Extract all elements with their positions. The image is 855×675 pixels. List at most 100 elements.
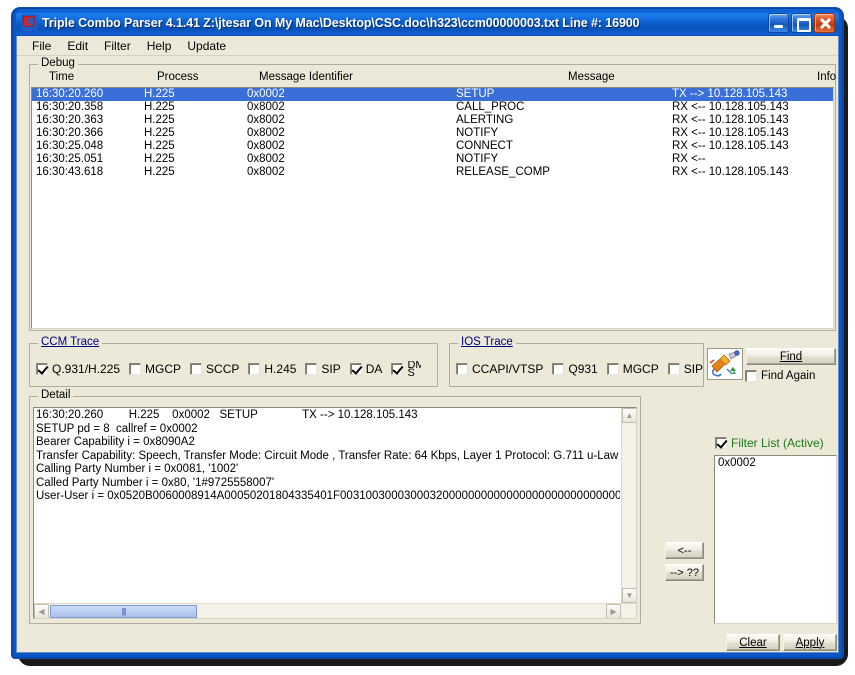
menu-item-filter[interactable]: Filter (96, 38, 139, 54)
move-left-button[interactable]: <-- (665, 542, 704, 559)
cell-message: RELEASE_COMP (456, 166, 550, 178)
column-header-time: Time (49, 71, 75, 83)
ios-checkbox-sip[interactable]: SIP (667, 362, 704, 376)
checkbox-label: SIP (321, 362, 341, 376)
checkbox-label: MGCP (145, 362, 182, 376)
ccm-checkbox-q-931-h-225[interactable]: Q.931/H.225 (36, 362, 120, 376)
detail-vertical-scrollbar[interactable]: ▲ ▼ (621, 408, 636, 618)
cell-time: 16:30:20.358 (36, 101, 104, 113)
scroll-right-icon[interactable]: ▶ (606, 604, 621, 618)
caption-buttons (768, 12, 837, 33)
maximize-button[interactable] (791, 12, 812, 33)
ccm-trace-checkbox-row: Q.931/H.225 MGCP SCCP H.245 SIP DA DM S (36, 359, 433, 379)
table-row[interactable]: 16:30:20.358 H.225 0x8002 CALL_PROC RX <-- 1… (32, 101, 833, 114)
close-button[interactable] (814, 12, 835, 33)
find-again-checkbox[interactable]: Find Again (745, 370, 815, 382)
checkbox-box[interactable] (606, 363, 619, 375)
table-row[interactable]: 16:30:20.260 H.225 0x0002 SETUP TX --> 10.12… (32, 88, 833, 101)
scroll-down-icon[interactable]: ▼ (622, 588, 636, 603)
ios-trace-checkbox-row: CCAPI/VTSP Q931 MGCP SIP (456, 359, 703, 379)
debug-message-list[interactable]: 16:30:20.260 H.225 0x0002 SETUP TX --> 10.12… (31, 87, 834, 329)
list-item[interactable]: 0x0002 (718, 457, 836, 469)
menu-item-help[interactable]: Help (139, 38, 180, 54)
cell-info: RX <-- 10.128.105.143 (672, 140, 789, 152)
checkbox-label: DM S (407, 361, 422, 377)
title-bar[interactable]: Triple Combo Parser 4.1.41 Z:\jtesar On … (16, 9, 839, 36)
checkbox-label: SCCP (206, 362, 240, 376)
detail-horizontal-scrollbar[interactable]: ◀ |||| ▶ (34, 603, 636, 618)
clear-button[interactable]: Clear (726, 634, 780, 651)
cell-process: H.225 (144, 127, 175, 139)
checkbox-box[interactable] (349, 363, 362, 375)
ccm-checkbox-h-245[interactable]: H.245 (248, 362, 296, 376)
ios-trace-group-title[interactable]: IOS Trace (458, 336, 516, 348)
checkbox-box[interactable] (305, 363, 318, 375)
minimize-button[interactable] (768, 12, 789, 33)
cell-process: H.225 (144, 114, 175, 126)
cell-message: CALL_PROC (456, 101, 525, 113)
cell-info: RX <-- 10.128.105.143 (672, 166, 789, 178)
checkbox-box[interactable] (456, 363, 468, 375)
column-header-info: Info (817, 71, 837, 83)
filter-list-box[interactable]: 0x0002 (714, 455, 837, 624)
find-again-label: Find Again (761, 370, 816, 382)
checkbox-box[interactable] (36, 363, 48, 375)
find-button[interactable]: Find (746, 348, 836, 365)
detail-textarea[interactable]: 16:30:20.260 H.225 0x0002 SETUP TX --> 1… (33, 407, 637, 619)
ccm-checkbox-da[interactable]: DA (349, 362, 382, 376)
checkbox-box[interactable] (190, 363, 203, 375)
checkbox-box[interactable] (391, 363, 404, 375)
checkbox-label: Q.931/H.225 (52, 362, 121, 376)
cell-info: RX <-- 10.128.105.143 (672, 114, 789, 126)
apply-button[interactable]: Apply (783, 634, 837, 651)
filter-list-label: Filter List (Active) (731, 436, 824, 450)
checkbox-label: H.245 (264, 362, 297, 376)
column-header-process: Process (157, 71, 199, 83)
checkbox-box[interactable] (248, 363, 261, 375)
clear-button-label: Clear (739, 636, 767, 649)
ccm-trace-group-title[interactable]: CCM Trace (38, 336, 103, 348)
ccm-checkbox-sccp[interactable]: SCCP (190, 362, 239, 376)
ios-checkbox-q931[interactable]: Q931 (552, 362, 598, 376)
debug-group-title: Debug (38, 57, 78, 69)
find-button-label: Find (779, 350, 803, 363)
ios-checkbox-ccapi-vtsp[interactable]: CCAPI/VTSP (456, 362, 543, 376)
ccm-checkbox-mgcp[interactable]: MGCP (129, 362, 181, 376)
table-row[interactable]: 16:30:25.048 H.225 0x8002 CONNECT RX <-- 10.… (32, 140, 833, 153)
app-3c-icon (21, 14, 38, 31)
scroll-up-icon[interactable]: ▲ (622, 408, 636, 423)
filter-list-checkbox[interactable]: Filter List (Active) (715, 436, 824, 450)
apply-button-label: Apply (795, 636, 825, 649)
ccm-checkbox-sip[interactable]: SIP (305, 362, 341, 376)
cell-message: ALERTING (456, 114, 514, 126)
table-row[interactable]: 16:30:20.366 H.225 0x8002 NOTIFY RX <-- 10.1… (32, 127, 833, 140)
table-row[interactable]: 16:30:43.618 H.225 0x8002 RELEASE_COMP RX <-… (32, 166, 833, 179)
checkbox-box[interactable] (667, 363, 680, 375)
find-again-checkbox-box[interactable] (745, 370, 757, 382)
checkbox-label: SIP (683, 362, 704, 376)
cell-message-identifier: 0x8002 (247, 127, 285, 139)
cell-info: RX <-- 10.128.105.143 (672, 127, 789, 139)
detail-group: Detail 16:30:20.260 H.225 0x0002 SETUP T… (29, 389, 641, 624)
ios-checkbox-mgcp[interactable]: MGCP (606, 362, 659, 376)
table-row[interactable]: 16:30:25.051 H.225 0x8002 NOTIFY RX <-- (32, 153, 833, 166)
cell-process: H.225 (144, 153, 175, 165)
filter-list-checkbox-box[interactable] (715, 437, 727, 449)
horizontal-scroll-thumb[interactable]: |||| (50, 605, 197, 618)
cell-time: 16:30:43.618 (36, 166, 104, 178)
flashlight-icon[interactable] (707, 348, 743, 380)
cell-message: CONNECT (456, 140, 513, 152)
menu-item-edit[interactable]: Edit (59, 38, 96, 54)
move-right-button[interactable]: --> ?? (665, 564, 704, 581)
application-window: Triple Combo Parser 4.1.41 Z:\jtesar On … (12, 8, 843, 658)
debug-group: Debug Time Process Message Identifier Me… (29, 57, 837, 331)
menu-item-update[interactable]: Update (179, 38, 234, 54)
scroll-left-icon[interactable]: ◀ (34, 604, 49, 618)
checkbox-box[interactable] (129, 363, 142, 375)
ccm-checkbox-dms[interactable]: DM S (391, 361, 421, 377)
cell-process: H.225 (144, 88, 175, 100)
table-row[interactable]: 16:30:20.363 H.225 0x8002 ALERTING RX <-- 10… (32, 114, 833, 127)
checkbox-box[interactable] (552, 363, 565, 375)
ios-trace-group: IOS Trace CCAPI/VTSP Q931 MGCP SIP (449, 336, 704, 387)
menu-item-file[interactable]: File (24, 38, 59, 54)
